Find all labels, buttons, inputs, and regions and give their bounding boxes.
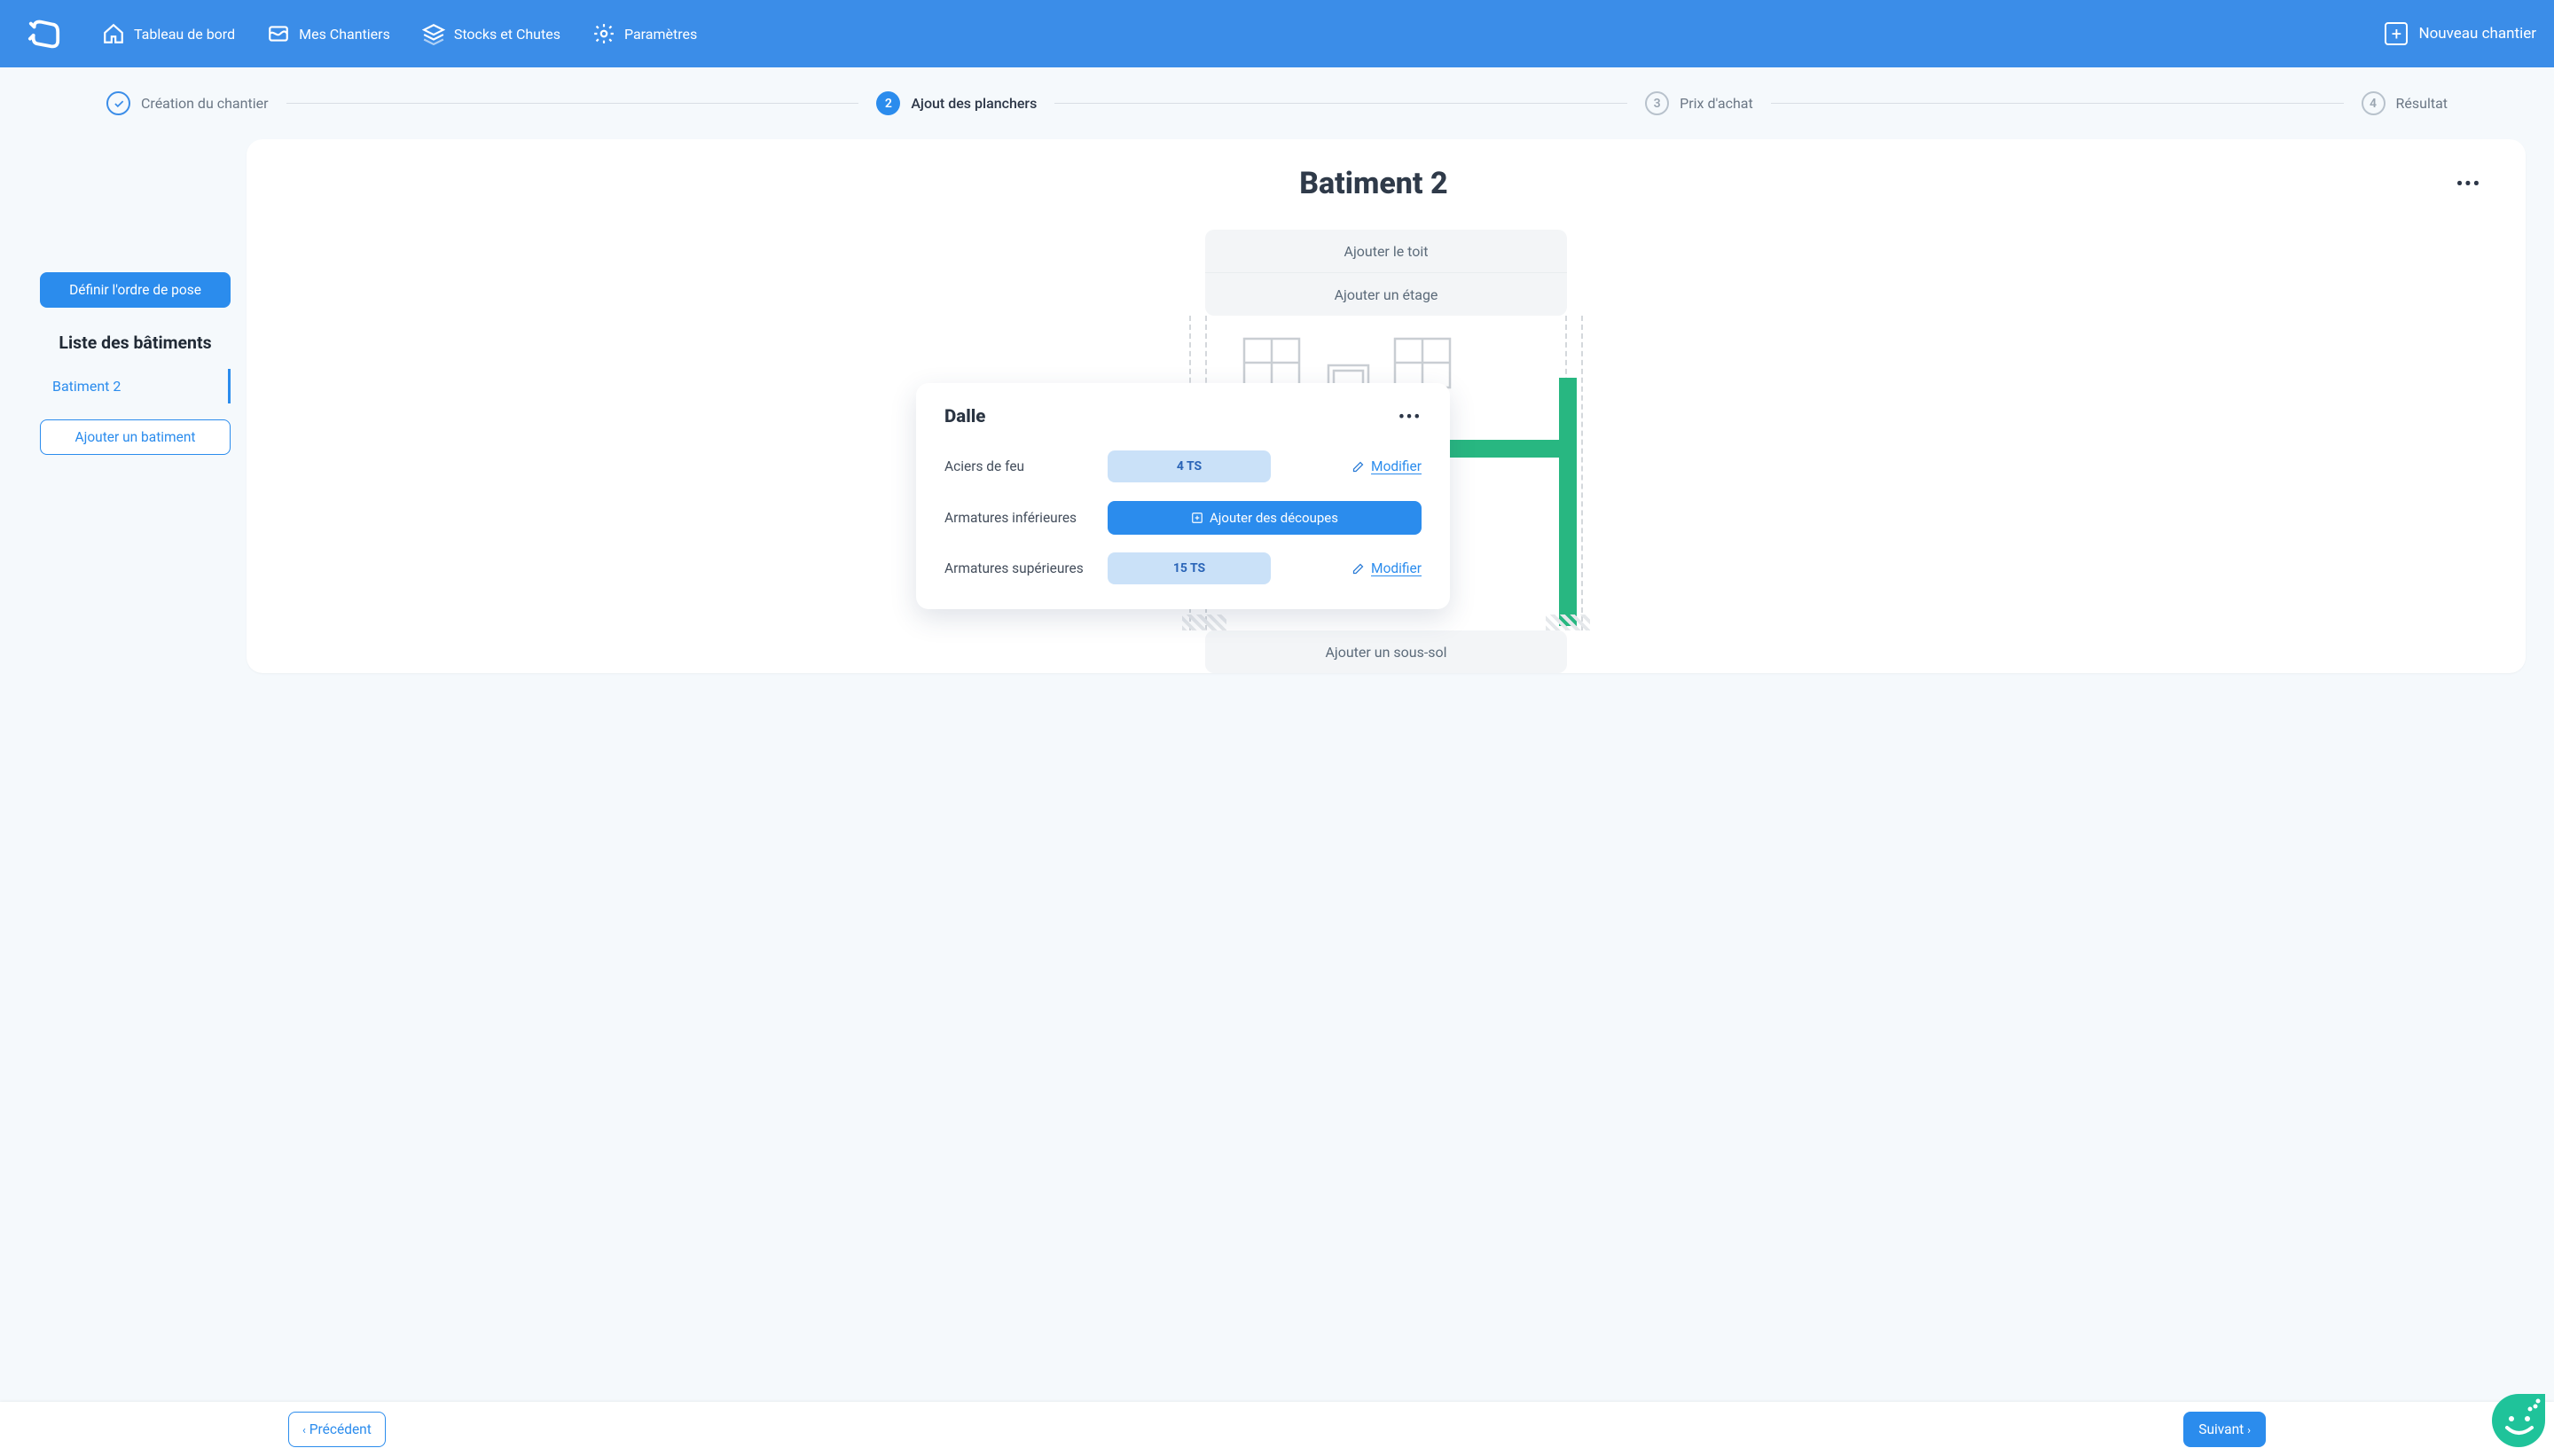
new-project-button[interactable]: + Nouveau chantier	[2385, 22, 2536, 45]
row-label: Armatures supérieures	[944, 560, 1093, 576]
slab-row-lower-reinf: Armatures inférieures Ajouter des découp…	[944, 501, 1422, 535]
previous-button[interactable]: ‹ Précédent	[288, 1412, 386, 1447]
floor-connector	[1559, 378, 1577, 626]
sidebar-title: Liste des bâtiments	[40, 333, 231, 353]
next-button[interactable]: Suivant ›	[2183, 1412, 2266, 1447]
nav-stocks-label: Stocks et Chutes	[454, 26, 560, 43]
modify-label: Modifier	[1371, 458, 1422, 474]
step-line	[1771, 103, 2344, 105]
home-icon	[102, 22, 125, 45]
step-3-label: Prix d'achat	[1680, 95, 1753, 112]
step-3-number: 3	[1645, 91, 1669, 115]
nav-projects[interactable]: Mes Chantiers	[267, 22, 390, 45]
step-2[interactable]: 2 Ajout des planchers	[876, 91, 1037, 115]
add-roof-button[interactable]: Ajouter le toit	[1205, 230, 1567, 273]
new-project-label: Nouveau chantier	[2418, 25, 2536, 43]
modify-upper-reinf-link[interactable]: Modifier	[1351, 560, 1422, 576]
row-label: Armatures inférieures	[944, 510, 1093, 526]
building-editor-card: Batiment 2 ••• Ajouter le toit Ajouter u…	[247, 139, 2526, 673]
slab-more-icon[interactable]: •••	[1398, 408, 1422, 427]
nav-dashboard[interactable]: Tableau de bord	[102, 22, 235, 45]
chat-icon	[2492, 1394, 2545, 1447]
step-1-label: Création du chantier	[141, 95, 269, 112]
edit-icon	[1351, 460, 1365, 474]
main-nav: Tableau de bord Mes Chantiers Stocks et …	[102, 22, 697, 45]
nav-stocks[interactable]: Stocks et Chutes	[422, 22, 560, 45]
modify-label: Modifier	[1371, 560, 1422, 576]
ground-hatch	[1182, 614, 1226, 630]
nav-settings-label: Paramètres	[624, 26, 697, 43]
layers-icon	[422, 22, 445, 45]
nav-settings[interactable]: Paramètres	[592, 22, 697, 45]
step-line	[286, 103, 859, 105]
add-basement-button[interactable]: Ajouter un sous-sol	[1205, 630, 1567, 673]
step-2-label: Ajout des planchers	[911, 95, 1037, 112]
ground-hatch	[1546, 614, 1590, 630]
add-floor-button[interactable]: Ajouter un étage	[1205, 273, 1567, 316]
projects-icon	[267, 22, 290, 45]
app-header: Tableau de bord Mes Chantiers Stocks et …	[0, 0, 2554, 67]
slab-row-fire-steel: Aciers de feu 4 TS Modifier	[944, 450, 1422, 482]
add-building-button[interactable]: Ajouter un batiment	[40, 419, 231, 455]
step-2-number: 2	[876, 91, 900, 115]
upper-reinf-value[interactable]: 15 TS	[1108, 552, 1271, 584]
step-4[interactable]: 4 Résultat	[2362, 91, 2448, 115]
slab-row-upper-reinf: Armatures supérieures 15 TS Modifier	[944, 552, 1422, 584]
check-icon	[106, 91, 130, 115]
step-3[interactable]: 3 Prix d'achat	[1645, 91, 1753, 115]
building-title: Batiment 2	[291, 166, 2456, 201]
nav-projects-label: Mes Chantiers	[299, 26, 390, 43]
buildings-sidebar: Définir l'ordre de pose Liste des bâtime…	[0, 139, 247, 455]
chat-widget-button[interactable]	[2492, 1394, 2545, 1447]
building-more-icon[interactable]: •••	[2456, 173, 2481, 194]
next-label: Suivant	[2198, 1421, 2244, 1437]
gear-icon	[592, 22, 615, 45]
decorative-line	[1581, 316, 1583, 630]
add-cuts-label: Ajouter des découpes	[1210, 510, 1338, 526]
stepper: Création du chantier 2 Ajout des planche…	[0, 67, 2554, 139]
app-logo[interactable]	[18, 7, 71, 60]
plus-square-icon	[1191, 512, 1203, 524]
fire-steel-value[interactable]: 4 TS	[1108, 450, 1271, 482]
slab-title: Dalle	[944, 406, 985, 427]
building-list-item[interactable]: Batiment 2	[40, 369, 231, 403]
modify-fire-steel-link[interactable]: Modifier	[1351, 458, 1422, 474]
add-cuts-button[interactable]: Ajouter des découpes	[1108, 501, 1422, 535]
row-label: Aciers de feu	[944, 458, 1093, 474]
step-4-number: 4	[2362, 91, 2386, 115]
nav-dashboard-label: Tableau de bord	[134, 26, 235, 43]
step-4-label: Résultat	[2396, 95, 2448, 112]
slab-panel: Dalle ••• Aciers de feu 4 TS Modifier Ar…	[916, 383, 1450, 609]
step-1[interactable]: Création du chantier	[106, 91, 269, 115]
wizard-footer: ‹ Précédent Suivant ›	[0, 1402, 2554, 1456]
prev-label: Précédent	[309, 1421, 372, 1437]
define-order-button[interactable]: Définir l'ordre de pose	[40, 272, 231, 308]
plus-icon: +	[2385, 22, 2408, 45]
step-line	[1054, 103, 1627, 105]
logo-icon	[27, 17, 61, 51]
edit-icon	[1351, 562, 1365, 575]
